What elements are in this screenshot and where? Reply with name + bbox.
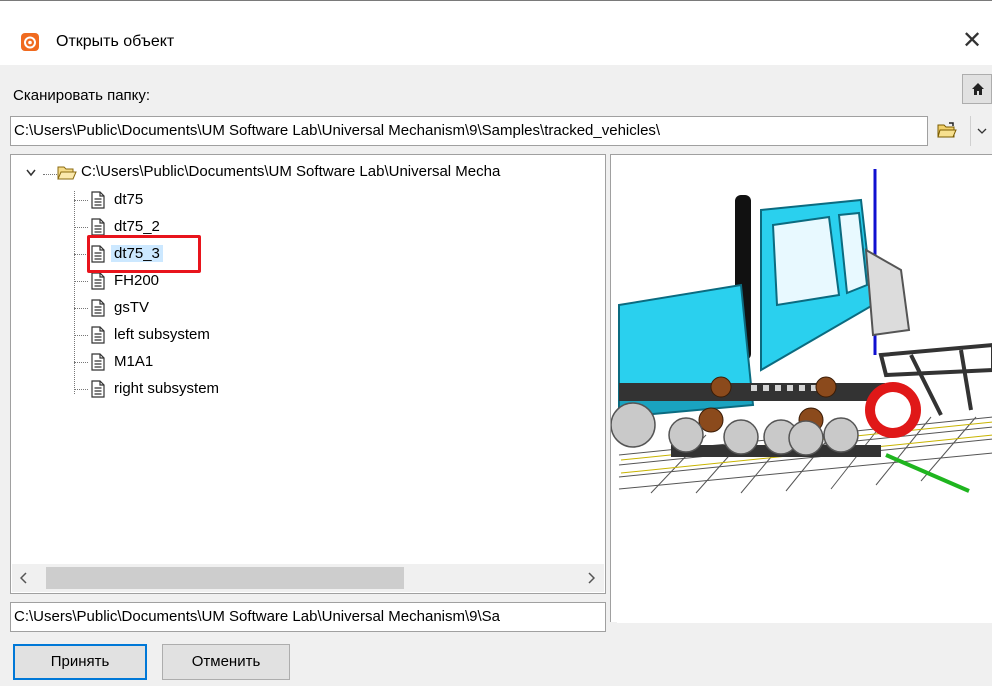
browse-folder-button[interactable] [932,116,962,146]
selection-highlight-frame [87,235,201,273]
document-icon [91,272,105,290]
tree-root-label: C:\Users\Public\Documents\UM Software La… [81,163,501,180]
path-dropdown-button[interactable] [970,116,992,146]
tree-item-fh200[interactable]: FH200 [74,270,274,292]
document-icon [91,218,105,236]
tree-connector [43,174,57,175]
horizontal-scrollbar[interactable] [12,564,604,592]
home-icon [972,83,984,95]
open-object-dialog: Открыть объект ✕ Сканировать папку: C:\U… [0,0,992,686]
document-icon [91,191,105,209]
scan-folder-label: Сканировать папку: [13,87,151,104]
scroll-left-icon[interactable] [20,572,28,584]
folder-open-icon [57,166,77,180]
object-tree[interactable]: C:\Users\Public\Documents\UM Software La… [10,154,606,594]
model-preview [610,154,992,623]
tracked-vehicle-preview-image [611,167,992,623]
tree-item-right-subsystem[interactable]: right subsystem [74,378,274,400]
title-bar: Открыть объект ✕ [0,1,992,65]
selected-path-field[interactable]: C:\Users\Public\Documents\UM Software La… [10,602,606,632]
home-button[interactable] [962,74,992,104]
document-icon [91,380,105,398]
scrollbar-thumb[interactable] [46,567,404,589]
tree-item-dt75[interactable]: dt75 [74,189,274,211]
scan-path-input[interactable]: C:\Users\Public\Documents\UM Software La… [10,116,928,146]
tree-item-label: dt75_2 [114,218,160,235]
tree-item-left-subsystem[interactable]: left subsystem [74,324,274,346]
tree-item-gstv[interactable]: gsTV [74,297,274,319]
tree-item-label: FH200 [114,272,160,289]
app-logo-icon [21,33,39,51]
accept-button[interactable]: Принять [13,644,147,680]
chevron-down-icon [977,128,987,134]
expand-chevron-icon[interactable] [25,168,37,178]
cancel-button[interactable]: Отменить [162,644,290,680]
tree-item-label: dt75 [114,191,144,208]
open-folder-icon [937,122,957,138]
close-button[interactable]: ✕ [962,23,992,57]
document-icon [91,353,105,371]
document-icon [91,326,105,344]
document-icon [91,299,105,317]
tree-item-label: left subsystem [114,326,210,343]
tree-item-m1a1[interactable]: M1A1 [74,351,274,373]
window-title: Открыть объект [56,33,175,50]
scroll-right-icon[interactable] [587,572,595,584]
tree-item-label: gsTV [114,299,150,316]
tree-item-label: M1A1 [114,353,154,370]
tree-item-label: right subsystem [114,380,220,397]
